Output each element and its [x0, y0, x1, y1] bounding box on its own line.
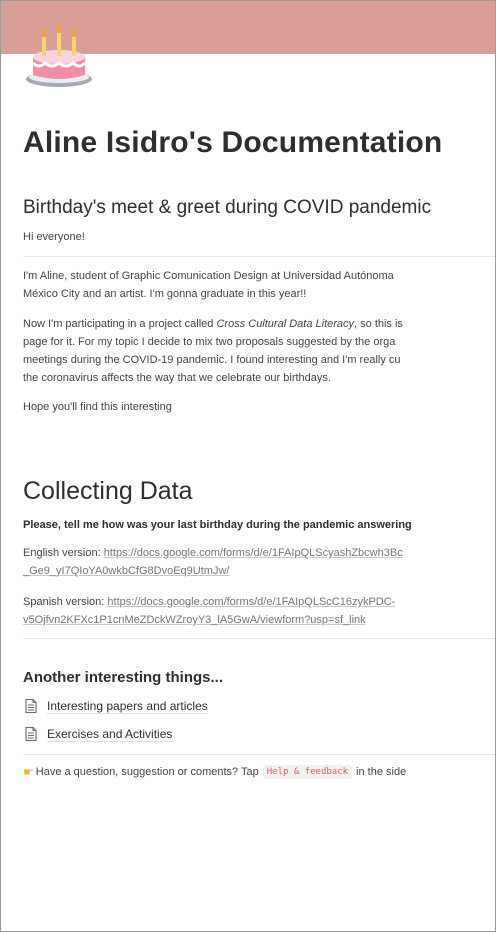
project-paragraph-line[interactable]: Now I'm participating in a project calle…	[23, 315, 403, 333]
english-form-link[interactable]: https://docs.google.com/forms/d/e/1FAIpQ…	[104, 547, 403, 559]
divider	[23, 638, 495, 639]
greeting-text[interactable]: Hi everyone!	[23, 228, 85, 246]
project-paragraph-line[interactable]: the coronavirus affects the way that we …	[23, 369, 331, 387]
callout-text: Have a question, suggestion or coments? …	[35, 766, 259, 778]
closing-text[interactable]: Hope you'll find this interesting	[23, 398, 172, 416]
page-title[interactable]: Aline Isidro's Documentation	[23, 126, 442, 160]
help-feedback-code: Help & feedback	[262, 765, 353, 779]
english-version-line: English version: https://docs.google.com…	[23, 547, 403, 559]
page-link-label: Exercises and Activities	[47, 726, 173, 742]
pointing-hand-icon: ☛	[23, 765, 34, 779]
section-heading-birthday[interactable]: Birthday's meet & greet during COVID pan…	[23, 197, 431, 219]
divider	[23, 754, 495, 755]
page-icon	[25, 726, 37, 742]
survey-prompt[interactable]: Please, tell me how was your last birthd…	[23, 516, 412, 534]
page-icon	[25, 698, 37, 714]
callout-text: in the side	[356, 766, 407, 778]
intro-paragraph-line[interactable]: I'm Aline, student of Graphic Comunicati…	[23, 267, 394, 285]
spanish-form-link[interactable]: https://docs.google.com/forms/d/e/1FAIpQ…	[107, 596, 395, 608]
page-link-label: Interesting papers and articles	[47, 698, 208, 714]
intro-paragraph-line[interactable]: México City and an artist. I'm gonna gra…	[23, 285, 306, 303]
section-heading-other[interactable]: Another interesting things...	[23, 669, 223, 686]
english-version-line: _Ge9_yI7QIoYA0wkbCfG8DvoEq9UtmJw/	[23, 562, 229, 580]
english-form-link[interactable]: _Ge9_yI7QIoYA0wkbCfG8DvoEq9UtmJw/	[23, 565, 229, 577]
project-paragraph-line[interactable]: meetings during the COVID-19 pandemic. I…	[23, 351, 401, 369]
notion-page: Aline Isidro's Documentation Birthday's …	[0, 0, 496, 932]
spanish-form-link[interactable]: v5Ojfvn2KFXc1P1cnMeZDckWZroyY3_lA5GwA/vi…	[23, 614, 366, 626]
page-link-exercises[interactable]: Exercises and Activities	[23, 726, 173, 742]
page-link-papers[interactable]: Interesting papers and articles	[23, 698, 208, 714]
spanish-version-line: Spanish version: https://docs.google.com…	[23, 596, 396, 608]
birthday-cake-icon[interactable]	[23, 19, 95, 91]
section-heading-collecting-data[interactable]: Collecting Data	[23, 477, 193, 506]
spanish-version-line: v5Ojfvn2KFXc1P1cnMeZDckWZroyY3_lA5GwA/vi…	[23, 611, 366, 629]
project-paragraph-line[interactable]: page for it. For my topic I decide to mi…	[23, 333, 395, 351]
feedback-callout[interactable]: ☛ Have a question, suggestion or coments…	[23, 765, 406, 779]
divider	[23, 256, 495, 257]
